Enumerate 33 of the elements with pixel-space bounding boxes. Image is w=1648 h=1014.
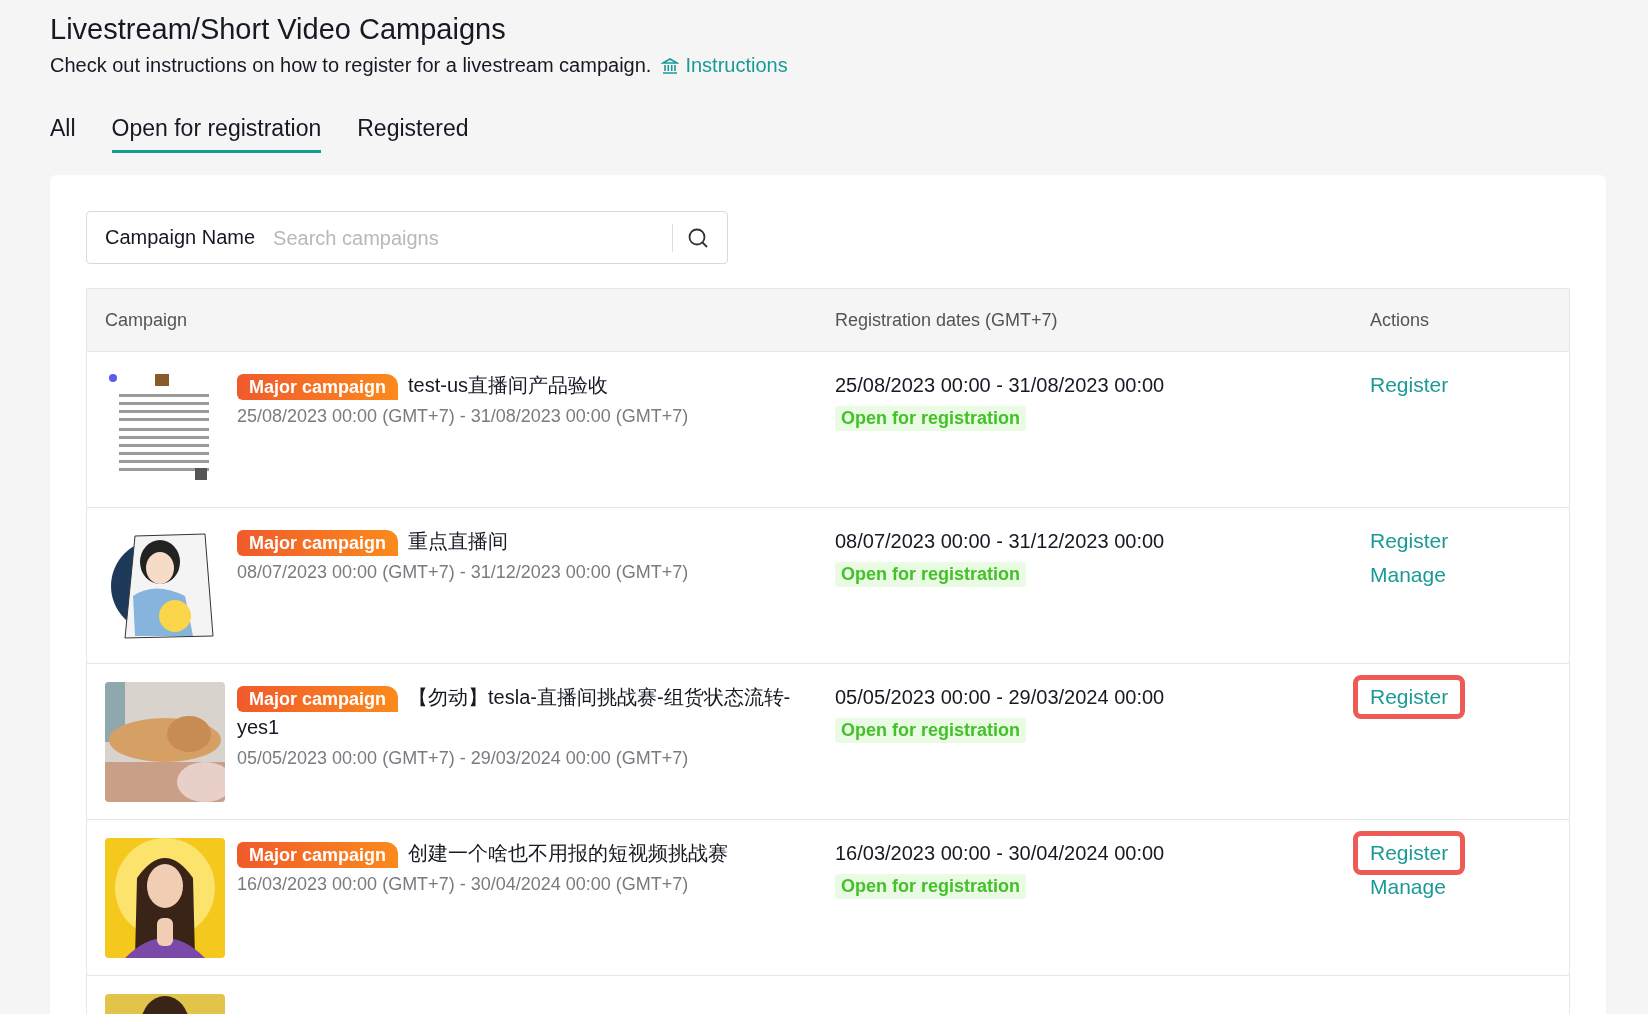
- field-label: Campaign Name: [105, 226, 256, 249]
- campaign-name: Major campaign 创建一个啥也不用报的短视频挑战赛: [237, 838, 729, 868]
- campaign-period: 05/05/2023 00:00 (GMT+7) - 29/03/2024 00:00 (GMT+7): [237, 748, 690, 769]
- campaign-period: 25/08/2023 00:00 (GMT+7) - 31/08/2023 00:00 (GMT+7): [237, 406, 689, 427]
- registration-dates: 05/05/2023 00:00 - 29/03/2024 00:00: [835, 685, 1165, 710]
- search-input[interactable]: Search campaigns: [273, 223, 673, 252]
- action-link[interactable]: Register: [1353, 363, 1466, 407]
- action-link[interactable]: Register: [1353, 675, 1466, 719]
- tab[interactable]: Registered: [357, 115, 469, 153]
- bank-icon: [661, 56, 680, 75]
- tab[interactable]: All: [50, 115, 76, 153]
- status-tag: Open for registration: [835, 562, 1026, 587]
- page-title: Livestream/Short Video Campaigns: [50, 12, 507, 47]
- campaign-name: Major campaign 重点直播间: [237, 526, 689, 556]
- campaign-period: 08/07/2023 00:00 (GMT+7) - 31/12/2023 00:00 (GMT+7): [237, 562, 689, 583]
- status-tag: Open for registration: [835, 874, 1026, 899]
- registration-dates: 16/03/2023 00:00 - 30/04/2024 00:00: [835, 841, 1165, 866]
- tab[interactable]: Open for registration: [111, 115, 322, 153]
- campaign-period: 16/03/2023 00:00 (GMT+7) - 30/04/2024 00:00 (GMT+7): [237, 874, 690, 895]
- status-tag: Open for registration: [835, 718, 1026, 743]
- registration-dates: 08/07/2023 00:00 - 31/12/2023 00:00: [835, 529, 1165, 554]
- campaign-name: Major campaign 【勿动】tesla-直播间挑战赛-组货状态流转-yes1: [237, 684, 792, 740]
- instructions-link[interactable]: Instructions: [661, 54, 788, 77]
- column-header: Registration dates (GMT+7): [834, 309, 1059, 331]
- status-tag: Open for registration: [835, 406, 1026, 431]
- column-header: Actions: [1369, 309, 1431, 331]
- search-icon[interactable]: [687, 226, 709, 249]
- search-field[interactable]: Campaign Name Search campaigns: [86, 211, 728, 264]
- page-description: Check out instructions on how to register for a livestream campaign.: [50, 54, 652, 77]
- column-header: Campaign: [104, 309, 189, 331]
- campaign-name: Major campaign test-us直播间产品验收: [237, 370, 689, 400]
- registration-dates: 25/08/2023 00:00 - 31/08/2023 00:00: [835, 373, 1165, 398]
- action-link[interactable]: Register: [1353, 831, 1466, 875]
